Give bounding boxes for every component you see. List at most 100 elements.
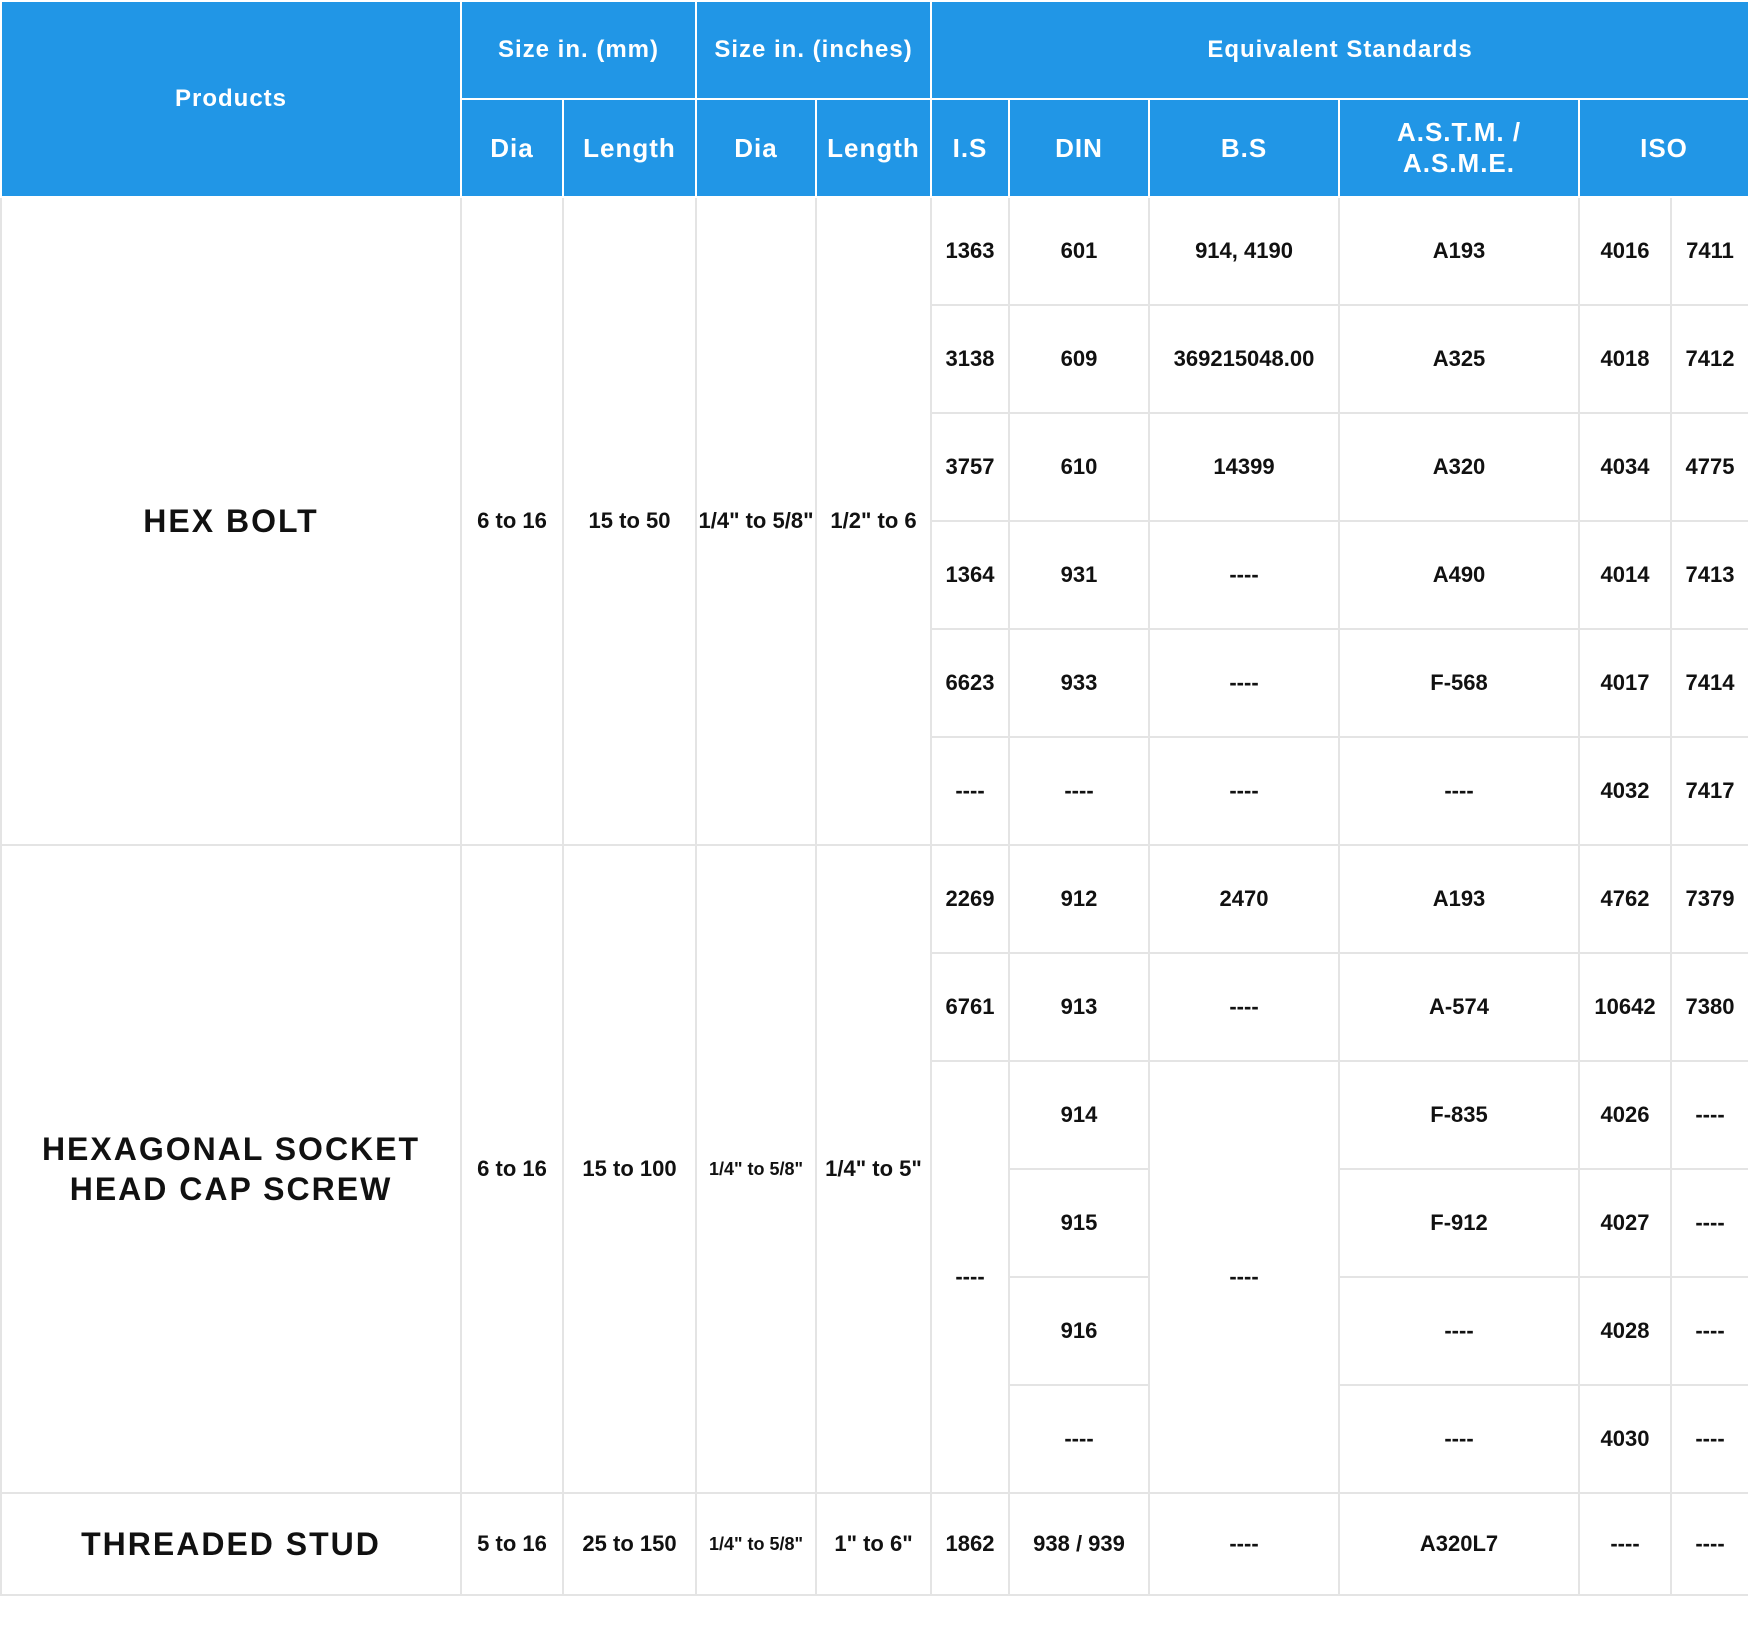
length-mm-cell: 15 to 100 — [562, 844, 697, 1494]
table-row: HEX BOLT 6 to 16 15 to 50 1/4" to 5/8" 1… — [0, 196, 1748, 846]
bs-cell: 369215048.00 — [1148, 304, 1340, 414]
is-header: I.S — [930, 98, 1010, 198]
bs-cell: ---- — [1148, 736, 1340, 846]
din-cell: 912 — [1008, 844, 1150, 954]
din-cell: 609 — [1008, 304, 1150, 414]
din-cell: ---- — [1008, 736, 1150, 846]
iso-cell: ---- — [1578, 1492, 1672, 1596]
dia-mm-cell: 5 to 16 — [460, 1492, 564, 1596]
dia-mm-header: Dia — [460, 98, 564, 198]
dia-inches-cell: 1/4" to 5/8" — [695, 196, 817, 846]
iso-cell: 7411 — [1669, 196, 1748, 306]
astm-cell: A-574 — [1338, 952, 1580, 1062]
din-cell: 933 — [1008, 628, 1150, 738]
iso-cell: 4032 — [1578, 736, 1672, 846]
is-merged-cell: ---- — [930, 1060, 1010, 1494]
iso-cell: 4775 — [1669, 412, 1748, 522]
din-cell: 916 — [1008, 1276, 1150, 1386]
is-cell: 1363 — [930, 196, 1010, 306]
astm-cell: ---- — [1338, 1384, 1580, 1494]
dia-inches-cell: 1/4" to 5/8" — [695, 844, 817, 1494]
products-header: Products — [0, 0, 462, 198]
iso-header: ISO — [1577, 98, 1748, 198]
bs-cell: 14399 — [1148, 412, 1340, 522]
iso-cell: 10642 — [1578, 952, 1672, 1062]
table-header: Products Size in. (mm) Size in. (inches)… — [0, 0, 1748, 198]
product-name-line: HEAD CAP SCREW — [69, 1171, 393, 1207]
din-cell: 913 — [1008, 952, 1150, 1062]
din-cell: 915 — [1008, 1168, 1150, 1278]
table-body: HEX BOLT 6 to 16 15 to 50 1/4" to 5/8" 1… — [0, 196, 1748, 1596]
iso-cell: 4028 — [1578, 1276, 1672, 1386]
product-name-hex-bolt: HEX BOLT — [0, 196, 462, 846]
iso-cell: 4027 — [1578, 1168, 1672, 1278]
astm-cell: A325 — [1338, 304, 1580, 414]
is-cell: 6761 — [930, 952, 1010, 1062]
din-cell: 914 — [1008, 1060, 1150, 1170]
din-cell: ---- — [1008, 1384, 1150, 1494]
iso-cell: ---- — [1669, 1168, 1748, 1278]
bs-cell: 2470 — [1148, 844, 1340, 954]
length-inches-header: Length — [815, 98, 932, 198]
din-cell: 931 — [1008, 520, 1150, 630]
iso-cell: 4030 — [1578, 1384, 1672, 1494]
iso-cell: 4026 — [1578, 1060, 1672, 1170]
bs-header: B.S — [1148, 98, 1340, 198]
din-cell: 601 — [1008, 196, 1150, 306]
astm-cell: F-912 — [1338, 1168, 1580, 1278]
size-inches-header: Size in. (inches) — [695, 0, 932, 100]
bs-cell: ---- — [1148, 952, 1340, 1062]
astm-cell: A320L7 — [1338, 1492, 1580, 1596]
bs-cell: 914, 4190 — [1148, 196, 1340, 306]
iso-cell: 7413 — [1669, 520, 1748, 630]
is-cell: 6623 — [930, 628, 1010, 738]
iso-cell: ---- — [1669, 1060, 1748, 1170]
iso-cell: 4034 — [1578, 412, 1672, 522]
dia-mm-cell: 6 to 16 — [460, 844, 564, 1494]
astm-cell: A490 — [1338, 520, 1580, 630]
length-inches-cell: 1/4" to 5" — [815, 844, 932, 1494]
astm-cell: ---- — [1338, 1276, 1580, 1386]
iso-cell: 7379 — [1669, 844, 1748, 954]
is-cell: 1364 — [930, 520, 1010, 630]
iso-cell: 4017 — [1578, 628, 1672, 738]
is-cell: 1862 — [930, 1492, 1010, 1596]
bs-cell: ---- — [1148, 628, 1340, 738]
length-mm-header: Length — [562, 98, 697, 198]
table-row: THREADED STUD 5 to 16 25 to 150 1/4" to … — [0, 1492, 1748, 1596]
is-cell: 2269 — [930, 844, 1010, 954]
bs-cell: ---- — [1148, 520, 1340, 630]
product-name-line: HEXAGONAL SOCKET — [41, 1131, 421, 1167]
length-mm-cell: 25 to 150 — [562, 1492, 697, 1596]
din-cell: 610 — [1008, 412, 1150, 522]
table-row: HEXAGONAL SOCKET HEAD CAP SCREW 6 to 16 … — [0, 844, 1748, 1494]
iso-cell: 4018 — [1578, 304, 1672, 414]
iso-cell: 7417 — [1669, 736, 1748, 846]
is-cell: ---- — [930, 736, 1010, 846]
iso-cell: 4016 — [1578, 196, 1672, 306]
iso-cell: 7412 — [1669, 304, 1748, 414]
astm-cell: ---- — [1338, 736, 1580, 846]
dia-inches-cell: 1/4" to 5/8" — [695, 1492, 817, 1596]
astm-cell: F-835 — [1338, 1060, 1580, 1170]
astm-cell: A193 — [1338, 196, 1580, 306]
bs-cell: ---- — [1148, 1492, 1340, 1596]
iso-cell: ---- — [1669, 1276, 1748, 1386]
bs-merged-cell: ---- — [1148, 1060, 1340, 1494]
iso-cell: ---- — [1669, 1492, 1748, 1596]
astm-header: A.S.T.M. / A.S.M.E. — [1338, 98, 1580, 198]
iso-cell: 7380 — [1669, 952, 1748, 1062]
size-mm-header: Size in. (mm) — [460, 0, 697, 100]
length-inches-cell: 1/2" to 6 — [815, 196, 932, 846]
spec-table-page: Products Size in. (mm) Size in. (inches)… — [0, 0, 1748, 1626]
product-name-socket-screw: HEXAGONAL SOCKET HEAD CAP SCREW — [0, 844, 462, 1494]
is-cell: 3757 — [930, 412, 1010, 522]
product-name-threaded-stud: THREADED STUD — [0, 1492, 462, 1596]
dia-mm-cell: 6 to 16 — [460, 196, 564, 846]
length-inches-cell: 1" to 6" — [815, 1492, 932, 1596]
iso-cell: ---- — [1669, 1384, 1748, 1494]
astm-cell: A320 — [1338, 412, 1580, 522]
length-mm-cell: 15 to 50 — [562, 196, 697, 846]
astm-cell: F-568 — [1338, 628, 1580, 738]
is-cell: 3138 — [930, 304, 1010, 414]
